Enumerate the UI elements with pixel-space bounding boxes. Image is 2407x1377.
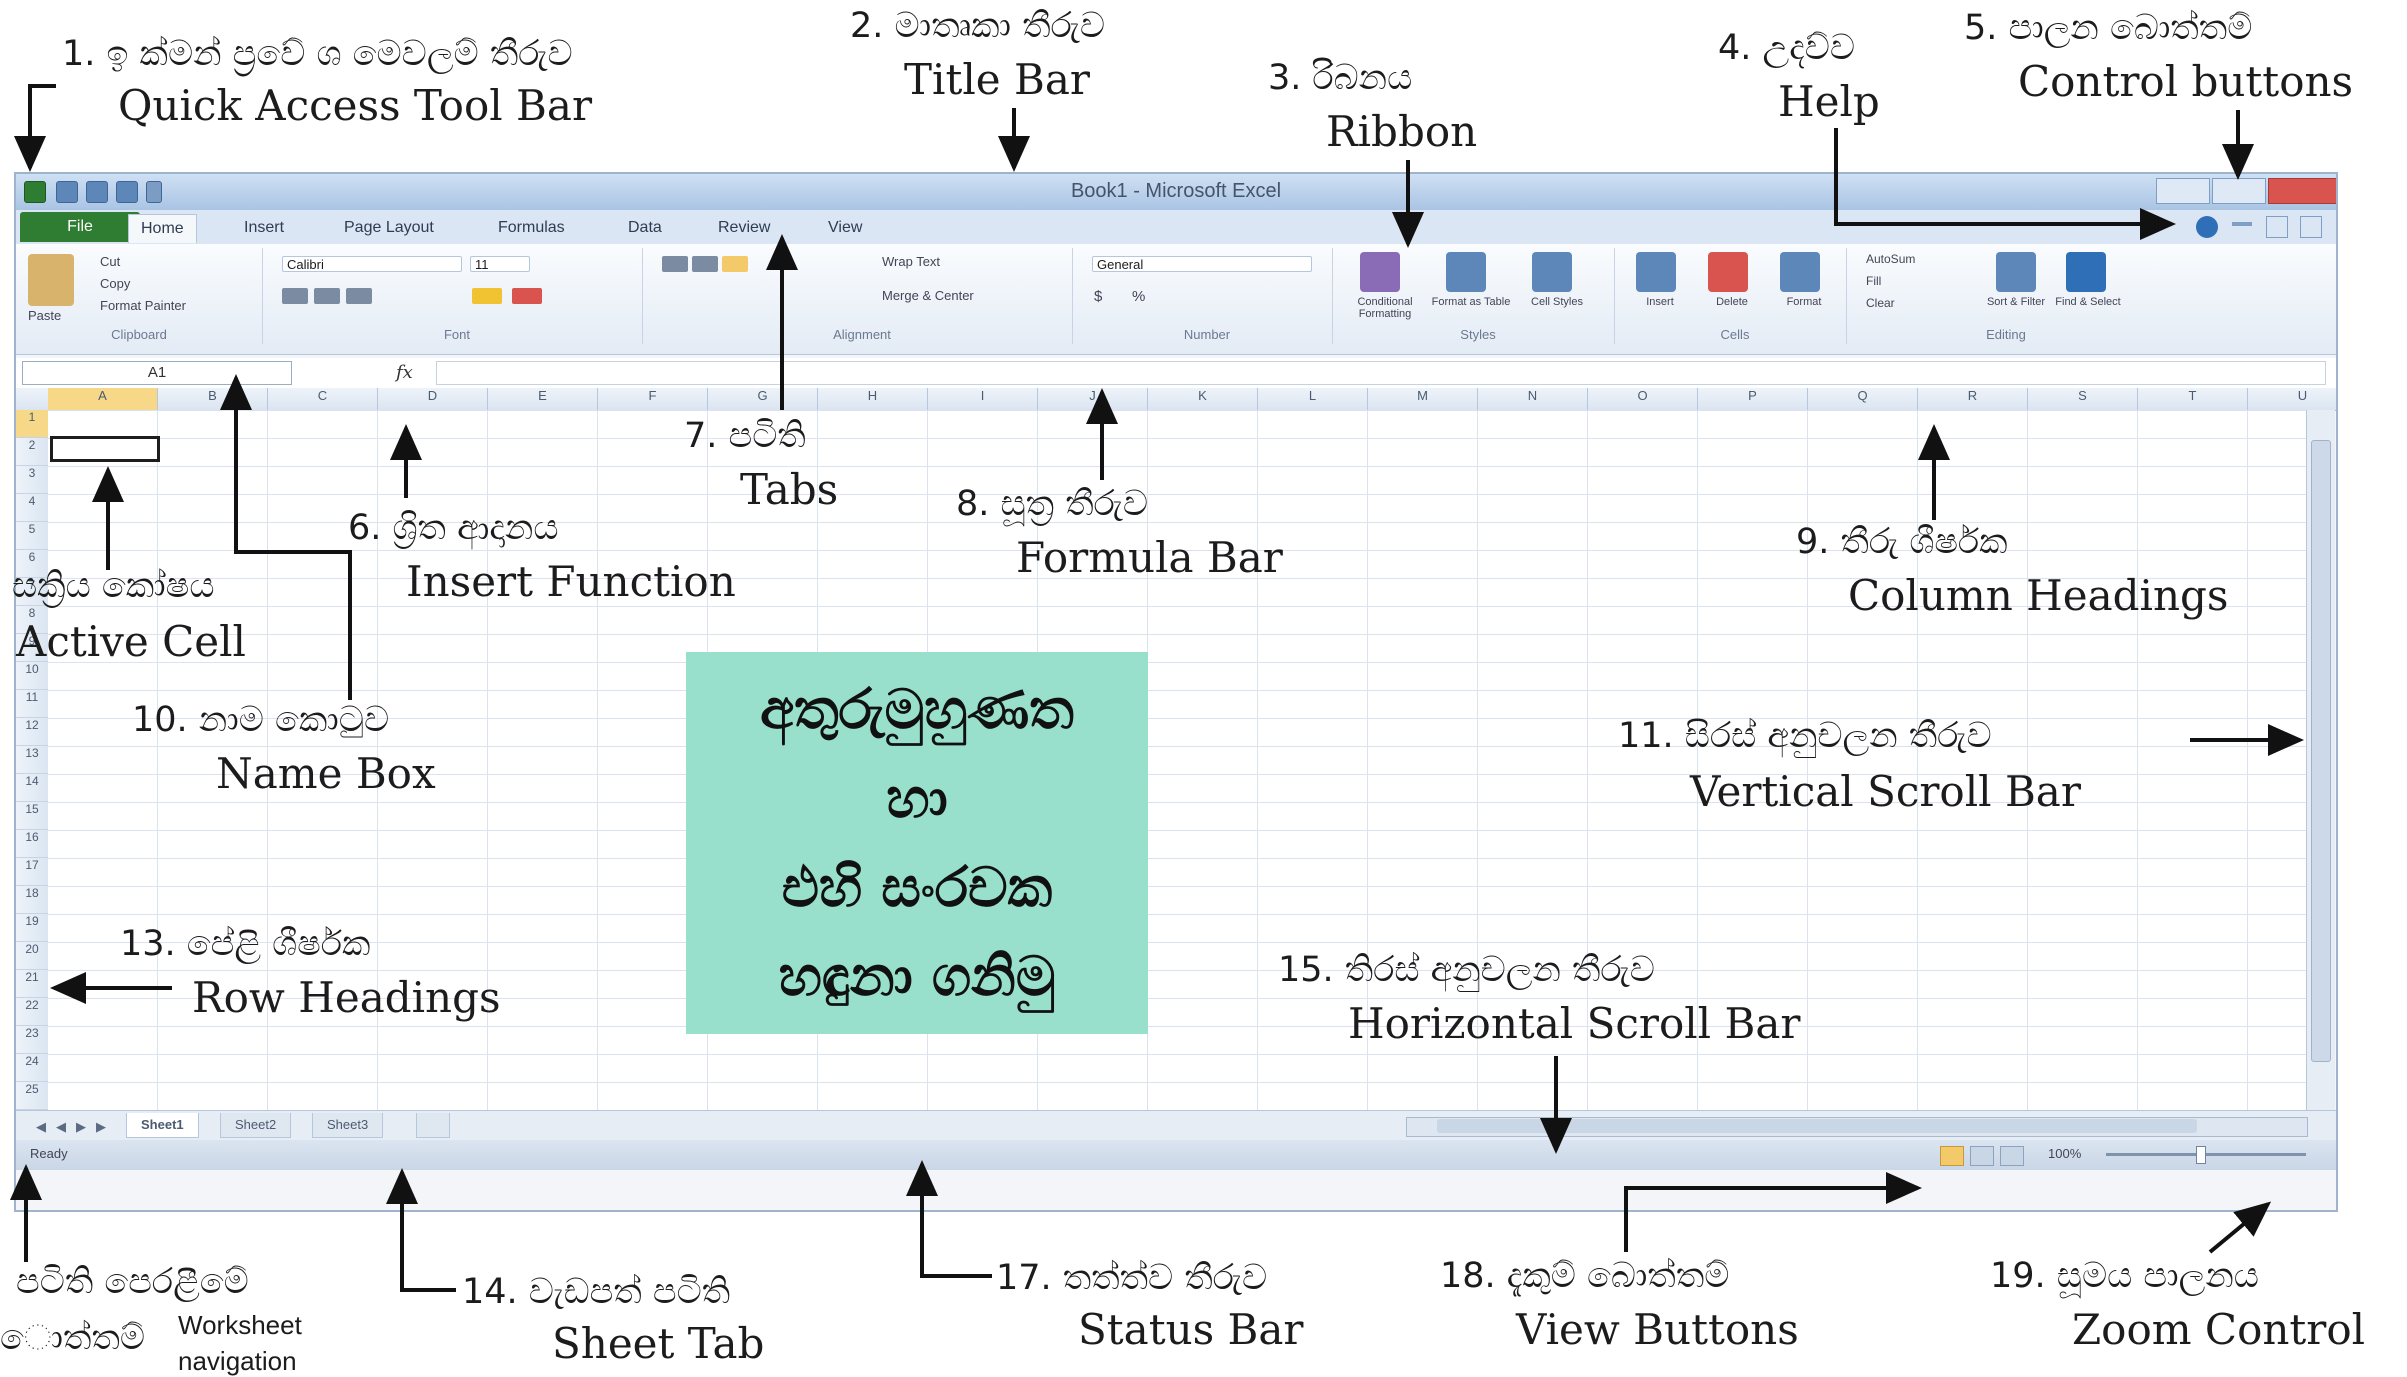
arrow-view-buttons: [1624, 1172, 1922, 1252]
arrow-name-box: [220, 374, 352, 700]
arrow-zoom-control: [2208, 1201, 2272, 1254]
annotation-arrows: [9, 84, 2304, 1292]
arrow-help: [1834, 128, 2176, 240]
arrow-sheet-tab: [386, 1168, 456, 1292]
arrow-status-bar: [906, 1160, 992, 1278]
arrow-quick-access: [14, 84, 56, 172]
